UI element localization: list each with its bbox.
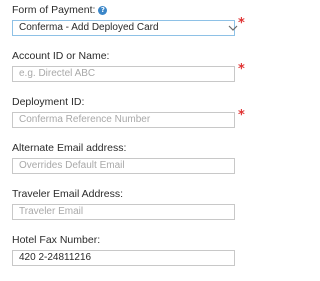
alternate-email-placeholder: Overrides Default Email <box>19 160 125 171</box>
form-of-payment-label: Form of Payment: ? <box>12 4 244 17</box>
alternate-email-field: Alternate Email address: Overrides Defau… <box>12 142 244 174</box>
traveler-email-placeholder: Traveler Email <box>19 206 84 217</box>
traveler-email-field: Traveler Email Address: Traveler Email <box>12 188 244 220</box>
deployment-id-label: Deployment ID: <box>12 96 85 108</box>
deployment-id-input[interactable]: Conferma Reference Number <box>12 112 235 128</box>
hotel-fax-field: Hotel Fax Number: 420 2-24811216 <box>12 234 244 266</box>
hotel-fax-value: 420 2-24811216 <box>19 252 92 263</box>
chevron-down-icon[interactable] <box>228 23 238 33</box>
deployment-id-input-wrap: Conferma Reference Number * <box>12 108 245 128</box>
deployment-id-field: Deployment ID: Conferma Reference Number… <box>12 96 245 128</box>
form-of-payment-selected-value: Conferma - Add Deployed Card <box>19 22 159 33</box>
form-of-payment-select[interactable]: Conferma - Add Deployed Card <box>12 20 235 36</box>
hotel-fax-label: Hotel Fax Number: <box>12 234 101 246</box>
hotel-fax-input[interactable]: 420 2-24811216 <box>12 250 235 266</box>
form-of-payment-select-wrap: Conferma - Add Deployed Card * <box>12 16 245 36</box>
account-id-input[interactable]: e.g. Directel ABC <box>12 66 235 82</box>
alternate-email-input[interactable]: Overrides Default Email <box>12 158 235 174</box>
alternate-email-label: Alternate Email address: <box>12 142 127 154</box>
form-of-payment-field: Form of Payment: ? Conferma - Add Deploy… <box>12 4 245 36</box>
form-of-payment-label-text: Form of Payment: <box>12 4 96 16</box>
required-asterisk: * <box>238 108 245 123</box>
traveler-email-input-wrap: Traveler Email <box>12 204 244 220</box>
required-asterisk: * <box>238 62 245 77</box>
hotel-fax-input-wrap: 420 2-24811216 <box>12 250 244 266</box>
required-asterisk: * <box>238 16 245 31</box>
traveler-email-input[interactable]: Traveler Email <box>12 204 235 220</box>
question-icon[interactable]: ? <box>98 6 108 15</box>
account-id-input-wrap: e.g. Directel ABC * <box>12 62 245 82</box>
account-id-label: Account ID or Name: <box>12 50 110 62</box>
deployment-id-placeholder: Conferma Reference Number <box>19 114 151 125</box>
account-id-placeholder: e.g. Directel ABC <box>19 68 96 79</box>
alternate-email-input-wrap: Overrides Default Email <box>12 158 244 174</box>
account-id-field: Account ID or Name: e.g. Directel ABC * <box>12 50 245 82</box>
traveler-email-label: Traveler Email Address: <box>12 188 124 200</box>
